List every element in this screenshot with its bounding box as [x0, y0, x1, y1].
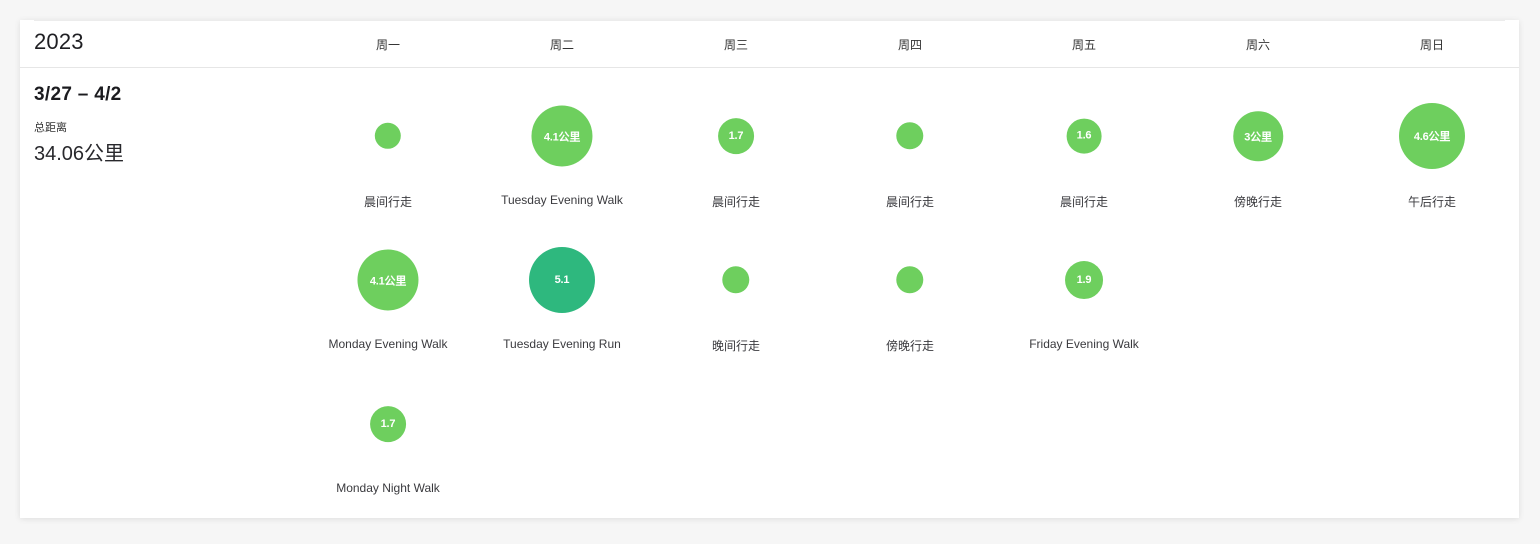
- activity-distance-bubble[interactable]: 3公里: [1233, 111, 1283, 161]
- activity-distance-bubble[interactable]: [896, 266, 924, 294]
- activity-distance-bubble[interactable]: 4.1公里: [357, 249, 419, 311]
- activity-name[interactable]: 晨间行走: [999, 193, 1169, 210]
- weekday-header: 周五: [1071, 38, 1096, 52]
- weekday-header: 周四: [897, 38, 922, 52]
- weekday-header: 周日: [1419, 38, 1444, 52]
- activity-item: 4.1公里 Tuesday Evening Walk: [477, 105, 647, 256]
- activity-item: 4.1公里 Monday Evening Walk: [303, 249, 473, 400]
- week-range: 3/27 – 4/2: [34, 84, 122, 105]
- activity-name[interactable]: 傍晚行走: [825, 337, 995, 354]
- weekday-header: 周六: [1245, 38, 1270, 52]
- activity-name[interactable]: 晨间行走: [303, 193, 473, 210]
- activity-name[interactable]: Tuesday Evening Run: [477, 337, 647, 351]
- activity-item: 5.1 Tuesday Evening Run: [477, 247, 647, 400]
- activity-item: 1.7 晨间行走: [651, 118, 821, 256]
- activity-distance-bubble[interactable]: 1.9: [1065, 261, 1103, 299]
- activity-distance-bubble[interactable]: 1.6: [1066, 118, 1102, 154]
- total-distance-value: 34.06公里: [34, 143, 125, 165]
- activity-name[interactable]: Monday Evening Walk: [303, 337, 473, 351]
- activity-name[interactable]: Monday Night Walk: [303, 481, 473, 495]
- weekday-header: 周三: [723, 38, 748, 52]
- activity-name[interactable]: Friday Evening Walk: [999, 337, 1169, 351]
- activity-name[interactable]: Tuesday Evening Walk: [477, 193, 647, 207]
- activity-item: 1.9 Friday Evening Walk: [999, 261, 1169, 400]
- activity-item: 1.7 Monday Night Walk: [303, 406, 473, 544]
- calendar-header: 2023 周一 周二 周三 周四 周五 周六 周日: [20, 20, 1519, 68]
- activity-name[interactable]: 午后行走: [1347, 193, 1517, 210]
- activity-name[interactable]: 晨间行走: [825, 193, 995, 210]
- total-distance-label: 总距离: [34, 122, 67, 134]
- activity-item: 晚间行走: [651, 266, 821, 400]
- activity-distance-bubble[interactable]: 5.1: [529, 247, 595, 313]
- activity-item: 4.6公里午后行走: [1347, 103, 1517, 256]
- activity-distance-bubble[interactable]: [374, 122, 402, 150]
- activity-item: 3公里傍晚行走: [1173, 111, 1343, 256]
- activity-distance-bubble[interactable]: [722, 266, 750, 294]
- activity-distance-bubble[interactable]: 4.1公里: [531, 105, 593, 167]
- activity-name[interactable]: 晚间行走: [651, 337, 821, 354]
- activity-name[interactable]: 晨间行走: [651, 193, 821, 210]
- weekday-header: 周二: [549, 38, 574, 52]
- activity-item: 傍晚行走: [825, 266, 995, 400]
- activity-name[interactable]: 傍晚行走: [1173, 193, 1343, 210]
- activity-distance-bubble[interactable]: 4.6公里: [1399, 103, 1465, 169]
- year-label: 2023: [34, 29, 84, 54]
- activity-distance-bubble[interactable]: [896, 122, 924, 150]
- activity-item: 1.6 晨间行走: [999, 118, 1169, 256]
- weekly-activity-calendar: 2023 周一 周二 周三 周四 周五 周六 周日 3/27 – 4/2 总距离 34.06…: [20, 20, 1519, 518]
- activity-distance-bubble[interactable]: 1.7: [718, 118, 754, 154]
- activity-item: 晨间行走: [303, 122, 473, 256]
- activity-item: 晨间行走: [825, 122, 995, 256]
- activity-distance-bubble[interactable]: 1.7: [370, 406, 406, 442]
- weekday-header: 周一: [375, 38, 400, 52]
- week-summary: 3/27 – 4/2 总距离 34.06公里: [34, 84, 124, 166]
